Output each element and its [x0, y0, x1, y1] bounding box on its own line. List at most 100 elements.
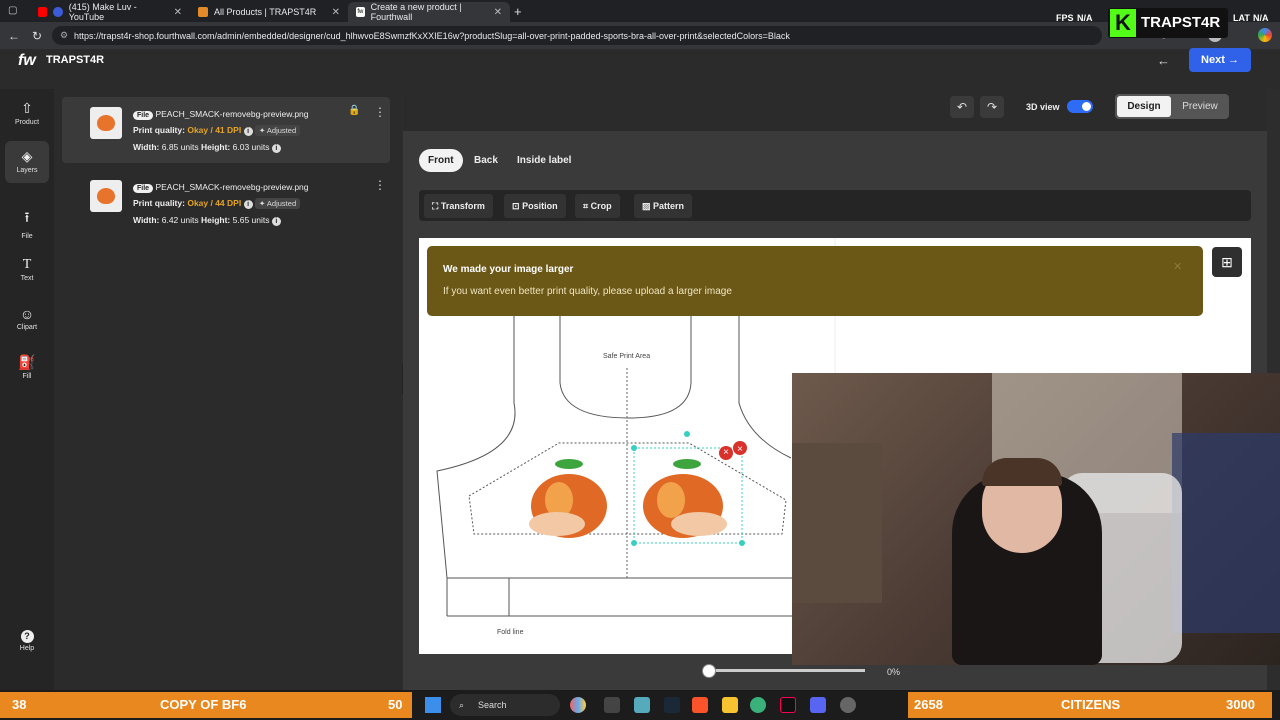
text-icon: T — [22, 257, 32, 272]
edge-icon[interactable] — [750, 697, 766, 713]
discord-icon[interactable] — [810, 697, 826, 713]
back-arrow-icon[interactable]: ← — [1157, 53, 1170, 68]
nav-label: Layers — [16, 167, 38, 174]
quality-label: Print quality: — [133, 198, 185, 208]
side-tab-inside-label[interactable]: Inside label — [508, 149, 580, 172]
width-label: Width: — [133, 215, 160, 225]
zoom-slider-handle[interactable] — [702, 664, 716, 678]
nav-text[interactable]: T Text — [0, 257, 54, 282]
notepad-icon[interactable] — [634, 697, 650, 713]
grid-view-icon[interactable]: ⊞ — [1212, 247, 1242, 277]
tab-youtube[interactable]: (415) Make Luv - YouTube ✕ — [30, 2, 190, 22]
search-icon: ⌕ — [459, 700, 465, 710]
preview-tab[interactable]: Preview — [1173, 96, 1227, 117]
close-icon[interactable]: ✕ — [1173, 260, 1182, 273]
window-menu-icon[interactable]: ▢ — [8, 5, 17, 16]
adjusted-badge: ✦ Adjusted — [254, 125, 301, 136]
zoom-slider[interactable] — [705, 669, 865, 672]
delete-layer-icon[interactable]: × — [719, 446, 733, 460]
info-icon[interactable]: i — [271, 217, 281, 226]
upload-icon: ⭱ — [24, 209, 30, 225]
position-button[interactable]: ⊡ Position — [504, 194, 566, 218]
more-options-icon[interactable]: ⋮ — [374, 105, 386, 119]
next-button[interactable]: Next → — [1189, 48, 1251, 72]
new-tab-button[interactable]: + — [514, 4, 522, 19]
more-options-icon[interactable]: ⋮ — [374, 178, 386, 192]
layer-item[interactable]: File PEACH_SMACK-removebg-preview.png Pr… — [62, 170, 390, 236]
layers-icon: ◈ — [21, 148, 33, 164]
gemini-icon[interactable] — [1258, 28, 1272, 42]
url-text: https://trapst4r-shop.fourthwall.com/adm… — [74, 30, 790, 41]
steam-icon[interactable] — [664, 697, 680, 713]
undo-icon[interactable]: ↶ — [950, 96, 974, 118]
info-icon[interactable]: i — [271, 144, 281, 153]
tab-close-icon[interactable]: ✕ — [494, 7, 502, 18]
layer-filename: PEACH_SMACK-removebg-preview.png — [155, 182, 309, 192]
tab-all-products[interactable]: All Products | TRAPST4R ✕ — [190, 2, 348, 22]
shop-name: TRAPST4R — [46, 54, 105, 66]
side-tab-back[interactable]: Back — [465, 149, 507, 172]
peach-image — [97, 188, 115, 204]
lock-icon[interactable]: 🔒 — [348, 105, 360, 116]
person-hair — [982, 458, 1062, 486]
nav-help[interactable]: ? Help — [0, 630, 54, 652]
nav-layers[interactable]: ◈ Layers — [5, 141, 49, 183]
site-info-icon[interactable]: ⚙ — [60, 30, 68, 41]
task-view-icon[interactable] — [604, 697, 620, 713]
brave-icon[interactable] — [692, 697, 708, 713]
fourthwall-favicon-icon: fw — [356, 7, 365, 17]
windows-start-icon[interactable] — [425, 697, 441, 713]
taskbar-search[interactable]: ⌕ Search — [450, 694, 560, 716]
trapst4r-favicon-icon — [198, 7, 208, 17]
nav-fill[interactable]: ⛽ Fill — [0, 354, 54, 380]
nav-label: File — [21, 233, 33, 240]
tab-close-icon[interactable]: ✕ — [332, 7, 340, 18]
width-label: Width: — [133, 142, 160, 152]
search-placeholder: Search — [478, 700, 507, 710]
design-tab[interactable]: Design — [1117, 96, 1171, 117]
3d-view-toggle[interactable] — [1067, 100, 1093, 113]
goal-title: CITIZENS — [1061, 697, 1121, 712]
layers-panel: File PEACH_SMACK-removebg-preview.png Pr… — [54, 89, 402, 690]
notice-body: If you want even better print quality, p… — [443, 286, 732, 297]
fold-line-label: Fold line — [497, 629, 524, 636]
quality-label: Print quality: — [133, 125, 185, 135]
obs-icon[interactable] — [840, 697, 856, 713]
transform-button[interactable]: ⛶ Transform — [424, 194, 493, 218]
image-enlarged-notice: We made your image larger If you want ev… — [427, 246, 1203, 316]
tab-title: (415) Make Luv - YouTube — [68, 2, 137, 22]
info-icon[interactable]: i — [243, 200, 253, 209]
side-tab-front[interactable]: Front — [419, 149, 463, 172]
tab-create-product[interactable]: fw Create a new product | Fourthwall ✕ — [348, 2, 510, 22]
file-chip: File — [133, 111, 154, 120]
back-icon[interactable]: ← — [8, 29, 20, 43]
height-label: Height: — [200, 215, 231, 225]
shoe-shelf — [792, 443, 882, 603]
layer-item[interactable]: File PEACH_SMACK-removebg-preview.png Pr… — [62, 97, 390, 163]
reload-icon[interactable]: ↻ — [32, 29, 42, 43]
nav-file[interactable]: ⭱ File — [0, 207, 54, 240]
width-value: 6.42 units — [161, 215, 199, 225]
stream-logo-overlay: K TRAPST4R — [1108, 8, 1228, 38]
file-explorer-icon[interactable] — [722, 697, 738, 713]
fourthwall-logo[interactable]: fw — [18, 52, 36, 70]
nav-product[interactable]: ⇧ Product — [0, 100, 54, 126]
peach-image — [97, 115, 115, 131]
smiley-icon: ☺ — [19, 306, 35, 322]
pattern-button[interactable]: ▨ Pattern — [634, 194, 693, 218]
nav-label: Product — [14, 119, 40, 126]
layer-thumbnail — [90, 180, 122, 212]
widgets-icon[interactable] — [570, 697, 586, 713]
kick-logo-icon: K — [1110, 9, 1136, 37]
file-chip: File — [133, 184, 154, 193]
nav-clipart[interactable]: ☺ Clipart — [0, 306, 54, 331]
info-icon[interactable]: i — [243, 127, 253, 136]
tiktok-icon[interactable] — [780, 697, 796, 713]
crop-button[interactable]: ⌗ Crop — [575, 194, 620, 218]
peach-graphic-left — [529, 459, 607, 538]
address-bar[interactable]: ⚙ https://trapst4r-shop.fourthwall.com/a… — [52, 26, 1102, 45]
tab-close-icon[interactable]: ✕ — [174, 7, 182, 18]
next-label: Next — [1201, 54, 1225, 66]
redo-icon[interactable]: ↷ — [980, 96, 1004, 118]
tab-title: All Products | TRAPST4R — [214, 7, 317, 17]
